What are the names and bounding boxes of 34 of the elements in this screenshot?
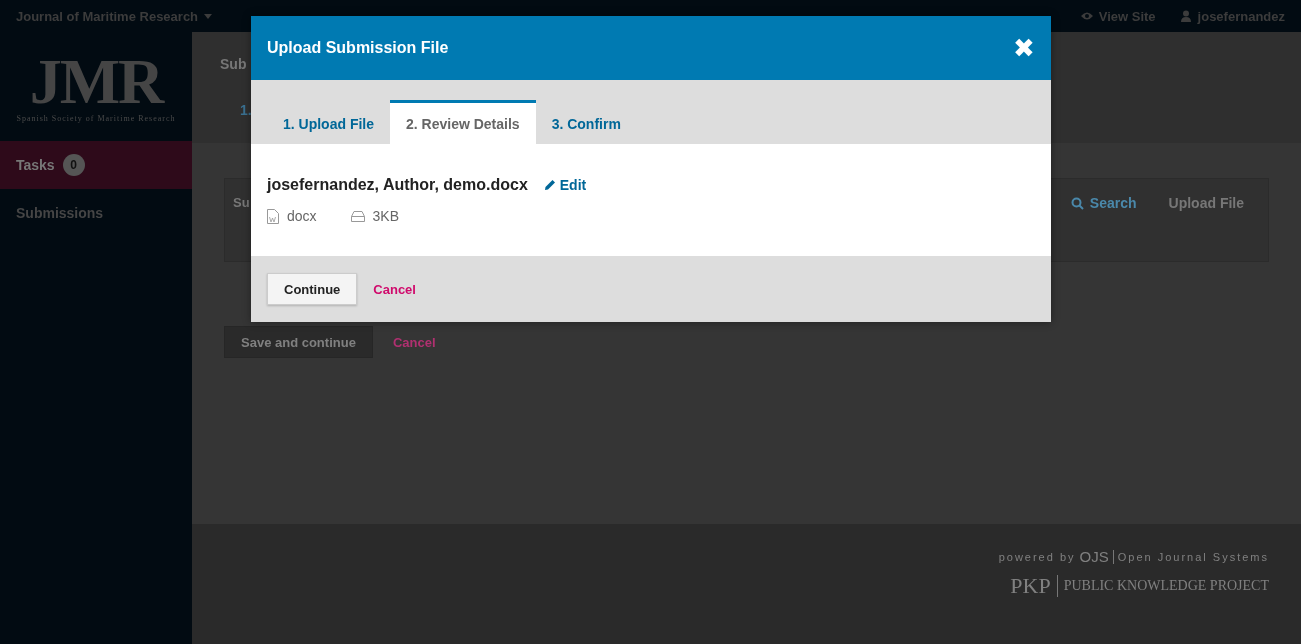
search-button[interactable]: Search (1070, 195, 1137, 211)
step-tab[interactable]: 3. Confirm (535, 100, 637, 144)
step-tab[interactable]: 2. Review Details (390, 100, 536, 144)
save-button[interactable]: Save and continue (224, 326, 373, 358)
file-type: docx (287, 208, 317, 224)
edit-link[interactable]: Edit (543, 177, 587, 193)
panel-title: Su (233, 195, 250, 210)
powered-by-text: powered by (998, 550, 1076, 563)
search-icon (1070, 196, 1084, 210)
file-name: josefernandez, Author, demo.docx (267, 176, 528, 194)
continue-button[interactable]: Continue (267, 273, 358, 305)
word-file-icon (267, 208, 279, 224)
pencil-icon (543, 179, 556, 191)
close-button[interactable]: ✖ (1013, 35, 1035, 61)
sidebar-item[interactable]: Submissions (0, 189, 192, 237)
upload-file-button[interactable]: Upload File (1168, 195, 1244, 211)
drive-icon (350, 210, 365, 222)
logo-title: JMR (29, 50, 163, 114)
step-tab[interactable]: 1. (240, 102, 252, 118)
ojs-name: Open Journal Systems (1117, 550, 1269, 563)
user-icon (1179, 10, 1192, 22)
pkp-logo-text: PKP (1010, 573, 1051, 599)
dialog-title: Upload Submission File (267, 39, 449, 57)
step-tab[interactable]: 1. Upload File (267, 100, 390, 144)
cancel-link[interactable]: Cancel (392, 334, 436, 350)
page-title: Sub (220, 56, 247, 72)
pkp-name: PUBLIC KNOWLEDGE PROJECT (1063, 578, 1269, 594)
ojs-logo-text: OJS (1079, 548, 1109, 565)
caret-icon (204, 13, 213, 19)
count-badge: 0 (62, 154, 85, 176)
file-size: 3KB (372, 208, 400, 224)
cancel-link[interactable]: Cancel (373, 281, 416, 297)
sidebar-item[interactable]: Tasks 0 (0, 141, 192, 189)
eye-icon (1080, 10, 1093, 22)
